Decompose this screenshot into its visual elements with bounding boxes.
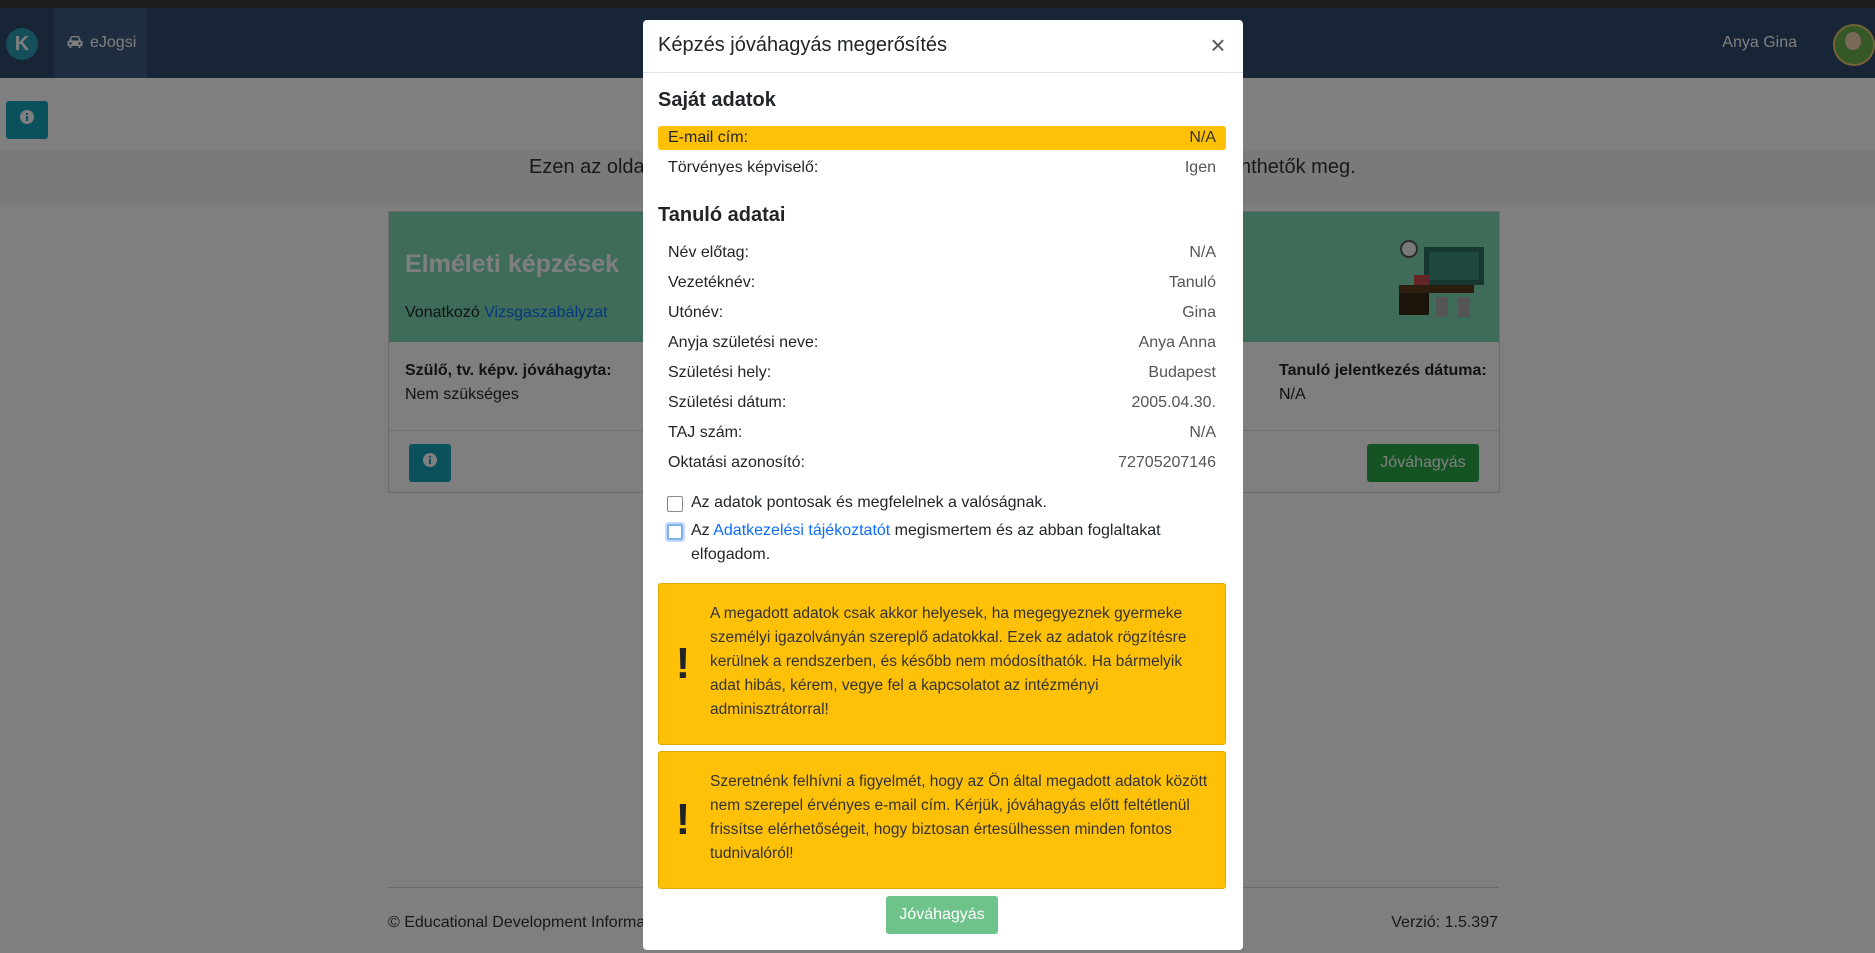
student-data-section-title: Tanuló adatai — [658, 204, 786, 226]
row-legal-representative: Törvényes képviselő: Igen — [658, 156, 1226, 180]
row-taj-number: TAJ szám: N/A — [658, 421, 1226, 445]
row-value: Gina — [1182, 304, 1216, 321]
row-label: Oktatási azonosító: — [668, 454, 805, 471]
alert-text: Szeretnénk felhívni a figyelmét, hogy az… — [710, 773, 1208, 862]
exclamation-icon: ! — [675, 795, 691, 844]
alert-text: A megadott adatok csak akkor helyesek, h… — [710, 605, 1187, 718]
warning-alert-missing-email: ! Szeretnénk felhívni a figyelmét, hogy … — [658, 751, 1226, 889]
row-value: Tanuló — [1168, 274, 1216, 291]
data-accuracy-checkbox[interactable] — [667, 496, 683, 512]
row-label: E-mail cím: — [668, 129, 748, 146]
row-mother-name: Anyja születési neve: Anya Anna — [658, 331, 1226, 355]
row-email: E-mail cím: N/A — [658, 126, 1226, 150]
privacy-policy-checkbox[interactable] — [667, 524, 683, 540]
row-label: Vezetéknév: — [668, 274, 756, 291]
row-birth-date: Születési dátum: 2005.04.30. — [658, 391, 1226, 415]
row-label: Utónév: — [668, 304, 724, 321]
row-name-prefix: Név előtag: N/A — [658, 241, 1226, 265]
row-value: 72705207146 — [1118, 454, 1216, 471]
exclamation-icon: ! — [675, 639, 691, 688]
row-label: Törvényes képviselő: — [668, 159, 819, 176]
own-data-section-title: Saját adatok — [658, 89, 776, 111]
checkbox-label: Az adatok pontosak és megfelelnek a való… — [691, 494, 1047, 511]
row-value: 2005.04.30. — [1131, 394, 1216, 411]
row-value: N/A — [1189, 424, 1216, 441]
warning-alert-data-accuracy: ! A megadott adatok csak akkor helyesek,… — [658, 583, 1226, 745]
row-value: Budapest — [1148, 364, 1216, 381]
row-value: N/A — [1189, 129, 1216, 146]
row-label: TAJ szám: — [668, 424, 743, 441]
row-value: N/A — [1189, 244, 1216, 261]
row-birth-place: Születési hely: Budapest — [658, 361, 1226, 385]
privacy-policy-link[interactable]: Adatkezelési tájékoztatót — [713, 522, 890, 539]
row-label: Születési hely: — [668, 364, 772, 381]
row-label: Születési dátum: — [668, 394, 787, 411]
check2-prefix: Az — [691, 522, 714, 539]
row-label: Anyja születési neve: — [668, 334, 819, 351]
modal-approve-button[interactable]: Jóváhagyás — [886, 896, 998, 934]
privacy-policy-check-row[interactable]: Az Adatkezelési tájékoztatót megismertem… — [667, 519, 1207, 567]
row-given-name: Utónév: Gina — [658, 301, 1226, 325]
modal-title: Képzés jóváhagyás megerősítés — [658, 34, 948, 56]
row-value: Igen — [1184, 159, 1216, 176]
data-accuracy-check-row[interactable]: Az adatok pontosak és megfelelnek a való… — [667, 491, 1207, 515]
approval-confirmation-modal: Képzés jóváhagyás megerősítés × Saját ad… — [643, 20, 1243, 950]
row-label: Név előtag: — [668, 244, 749, 261]
checkbox-label: Az Adatkezelési tájékoztatót megismertem… — [691, 519, 1211, 567]
row-value: Anya Anna — [1138, 334, 1216, 351]
modal-header: Képzés jóváhagyás megerősítés × — [643, 20, 1243, 73]
row-surname: Vezetéknév: Tanuló — [658, 271, 1226, 295]
close-icon[interactable]: × — [1203, 30, 1233, 60]
row-education-id: Oktatási azonosító: 72705207146 — [658, 451, 1226, 475]
